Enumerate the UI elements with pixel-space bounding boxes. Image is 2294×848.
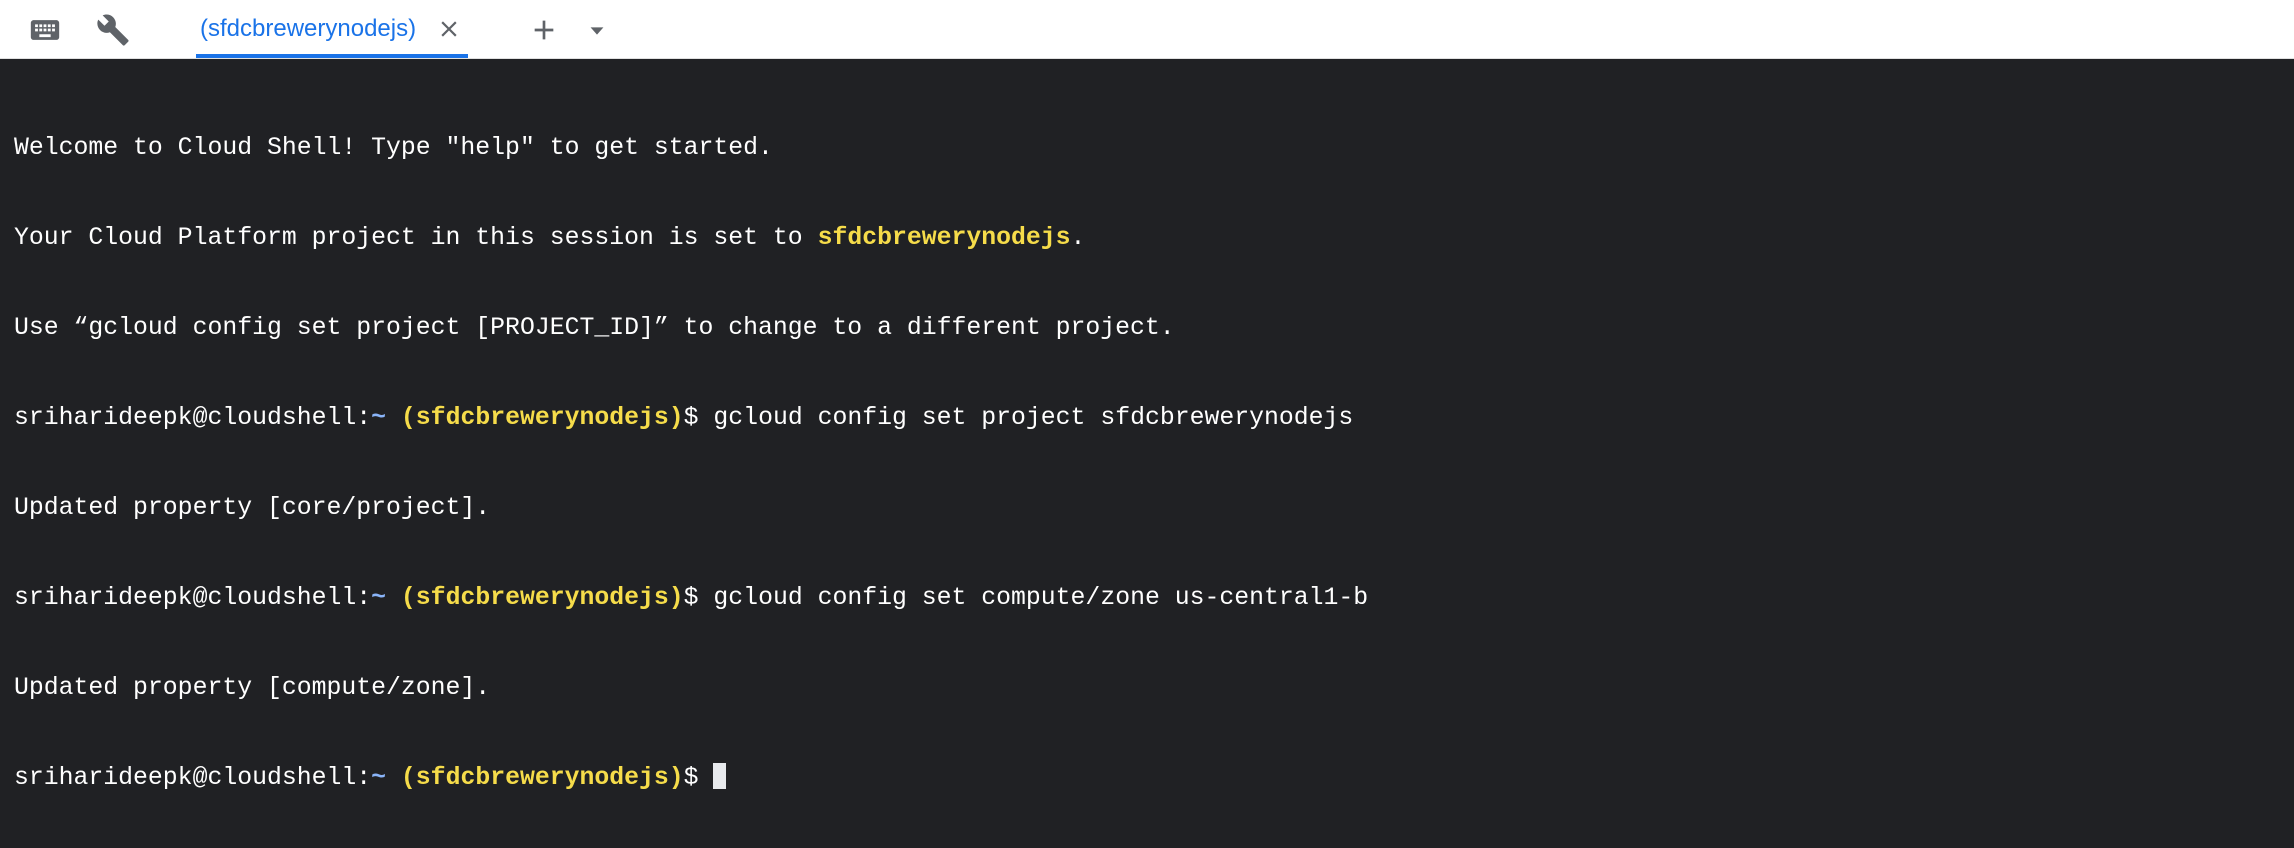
tab-sfdcbrewerynodejs[interactable]: (sfdcbrewerynodejs): [196, 0, 476, 58]
welcome-line: Welcome to Cloud Shell! Type "help" to g…: [14, 134, 773, 162]
terminal-output: Welcome to Cloud Shell! Type "help" to g…: [14, 73, 1368, 848]
command-text: gcloud config set compute/zone us-centra…: [713, 584, 1369, 612]
output-line: Updated property [core/project].: [14, 494, 491, 522]
active-tab-indicator: [196, 54, 468, 58]
prompt-line: sriharideepk@cloudshell:~ (sfdcbreweryno…: [14, 763, 1368, 793]
prompt-line: sriharideepk@cloudshell:~ (sfdcbreweryno…: [14, 404, 1354, 432]
tab-menu-dropdown[interactable]: [586, 20, 608, 42]
add-tab-button[interactable]: [528, 14, 560, 46]
wrench-icon[interactable]: [96, 13, 130, 47]
terminal[interactable]: Welcome to Cloud Shell! Type "help" to g…: [0, 59, 2294, 792]
tab-bar: (sfdcbrewerynodejs): [0, 0, 2294, 59]
project-name: sfdcbrewerynodejs: [817, 224, 1071, 252]
keyboard-icon[interactable]: [28, 13, 62, 47]
output-line: Updated property [compute/zone].: [14, 674, 491, 702]
command-text: gcloud config set project sfdcbrewerynod…: [713, 404, 1354, 432]
tab-label: (sfdcbrewerynodejs): [200, 15, 417, 42]
hint-line: Use “gcloud config set project [PROJECT_…: [14, 314, 1175, 342]
prompt-line: sriharideepk@cloudshell:~ (sfdcbreweryno…: [14, 584, 1369, 612]
project-line: Your Cloud Platform project in this sess…: [14, 224, 1086, 252]
close-icon[interactable]: [436, 16, 462, 42]
chevron-down-icon: [590, 27, 604, 35]
add-icon: [534, 20, 554, 40]
text-cursor[interactable]: [713, 763, 727, 789]
